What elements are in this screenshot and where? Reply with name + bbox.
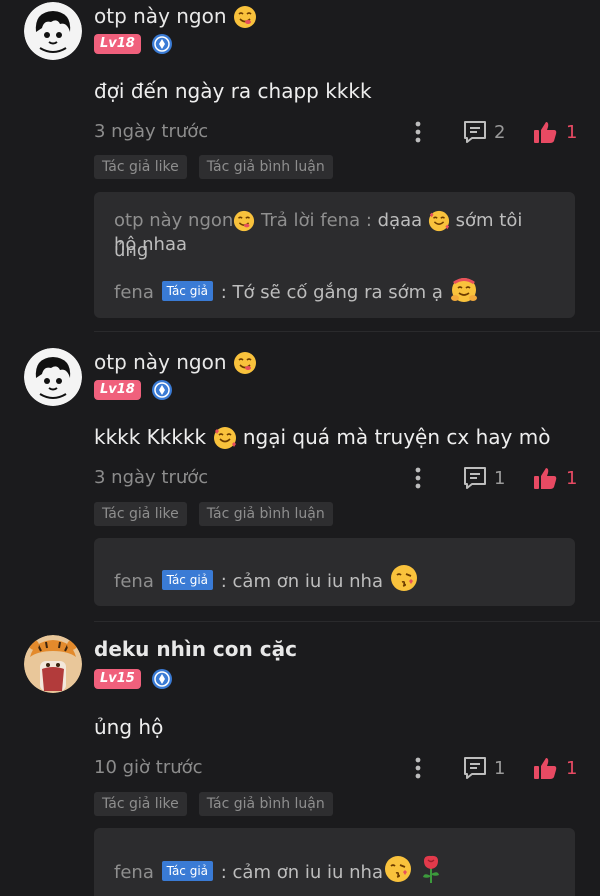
level-badge: Lv18 bbox=[94, 380, 141, 400]
smiling-hearts-emoji-icon bbox=[213, 426, 237, 455]
kissing-emoji-icon bbox=[383, 854, 413, 891]
comment-text: đợi đến ngày ra chapp kkkk bbox=[94, 79, 372, 103]
author-badge: Tác giả bbox=[161, 861, 214, 881]
like-button[interactable]: 1 bbox=[532, 463, 577, 493]
yum-emoji-icon bbox=[233, 351, 257, 380]
author-badge: Tác giả bbox=[161, 281, 214, 301]
reply-count: 1 bbox=[494, 757, 506, 779]
comment-icon bbox=[464, 467, 486, 489]
replies-box[interactable]: fena Tác giả : cảm ơn iu iu nha bbox=[94, 828, 575, 896]
comment-time: 10 giờ trước bbox=[94, 757, 203, 778]
reply-item: fena Tác giả : Tớ sẽ cố gắng ra sớm ạ bbox=[114, 274, 559, 311]
reply-count: 2 bbox=[494, 121, 506, 143]
cartoon-boy-avatar-icon bbox=[24, 2, 82, 60]
reply-button[interactable]: 1 bbox=[462, 463, 505, 493]
author-commented-tag: Tác giả bình luận bbox=[198, 502, 333, 526]
vip-badge-icon bbox=[151, 669, 172, 689]
author-commented-tag: Tác giả bình luận bbox=[198, 155, 333, 179]
username[interactable]: deku nhìn con cặc bbox=[94, 637, 297, 661]
comment-text: kkkk Kkkkk ngại quá mà truyện cx hay mò bbox=[94, 425, 550, 455]
like-button[interactable]: 1 bbox=[532, 753, 577, 783]
thumbs-up-icon bbox=[534, 468, 557, 489]
author-liked-tag: Tác giả like bbox=[94, 502, 187, 526]
divider bbox=[94, 331, 600, 332]
comment-time: 3 ngày trước bbox=[94, 121, 209, 142]
avatar[interactable] bbox=[24, 635, 82, 693]
more-options-icon[interactable] bbox=[410, 466, 426, 490]
kissing-emoji-icon bbox=[389, 563, 419, 600]
hugging-emoji-icon bbox=[449, 274, 479, 311]
vip-badge-icon bbox=[151, 34, 172, 54]
author-liked-tag: Tác giả like bbox=[94, 155, 187, 179]
yum-emoji-icon bbox=[233, 5, 257, 34]
tiger-costume-avatar-icon bbox=[24, 635, 82, 693]
comment-icon bbox=[464, 757, 486, 779]
replies-box[interactable]: otp này ngon Trả lời fena : dạaa sớm tôi… bbox=[94, 192, 575, 318]
rose-emoji-icon bbox=[419, 854, 443, 891]
username[interactable]: otp này ngon bbox=[94, 4, 257, 34]
reply-item: fena Tác giả : cảm ơn iu iu nha bbox=[114, 563, 559, 600]
more-options-icon[interactable] bbox=[410, 120, 426, 144]
more-options-icon[interactable] bbox=[410, 756, 426, 780]
replies-box[interactable]: fena Tác giả : cảm ơn iu iu nha bbox=[94, 538, 575, 606]
like-count: 1 bbox=[566, 757, 578, 779]
reply-button[interactable]: 1 bbox=[462, 753, 505, 783]
level-badge: Lv15 bbox=[94, 669, 141, 689]
comment-time: 3 ngày trước bbox=[94, 467, 209, 488]
thumbs-up-icon bbox=[534, 758, 557, 779]
author-liked-tag: Tác giả like bbox=[94, 792, 187, 816]
avatar[interactable] bbox=[24, 2, 82, 60]
vip-badge-icon bbox=[151, 380, 172, 400]
reply-button[interactable]: 2 bbox=[462, 117, 505, 147]
avatar[interactable] bbox=[24, 348, 82, 406]
thumbs-up-icon bbox=[534, 122, 557, 143]
cartoon-boy-avatar-icon bbox=[24, 348, 82, 406]
comment-icon bbox=[464, 121, 486, 143]
level-badge: Lv18 bbox=[94, 34, 141, 54]
author-badge: Tác giả bbox=[161, 570, 214, 590]
like-count: 1 bbox=[566, 467, 578, 489]
username[interactable]: otp này ngon bbox=[94, 350, 257, 380]
like-count: 1 bbox=[566, 121, 578, 143]
comment-text: ủng hộ bbox=[94, 715, 164, 739]
reply-item: fena Tác giả : cảm ơn iu iu nha bbox=[114, 854, 559, 891]
reply-count: 1 bbox=[494, 467, 506, 489]
divider bbox=[94, 621, 600, 622]
author-commented-tag: Tác giả bình luận bbox=[198, 792, 333, 816]
like-button[interactable]: 1 bbox=[532, 117, 577, 147]
